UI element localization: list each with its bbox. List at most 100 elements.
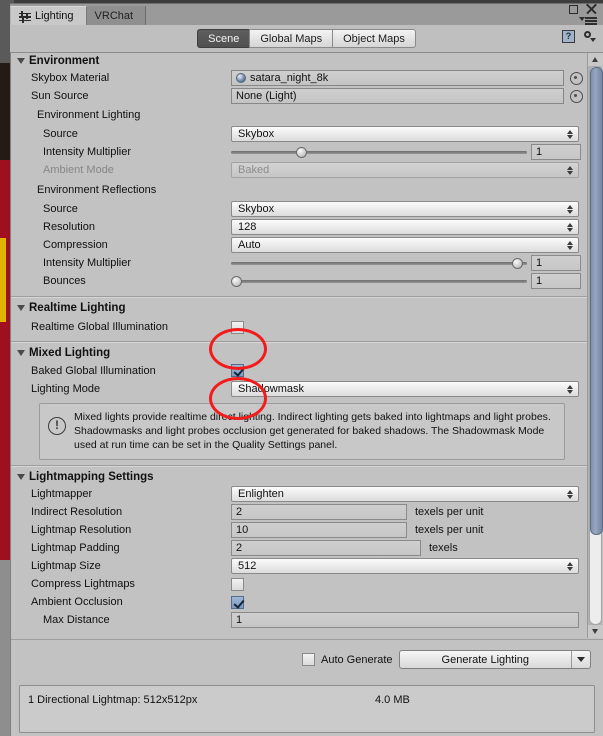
material-preview-icon: [236, 73, 246, 83]
chevron-down-icon: [17, 305, 25, 311]
row-max-distance: Max Distance 1: [11, 611, 587, 629]
updown-arrows-icon: [567, 222, 574, 233]
scroll-down-arrow-icon[interactable]: [588, 625, 603, 638]
lightmap-size-dropdown[interactable]: 512: [231, 558, 579, 574]
row-lightmap-resolution: Lightmap Resolution 10 texels per unit: [11, 521, 587, 539]
section-mixed-lighting-header[interactable]: Mixed Lighting: [11, 345, 587, 361]
generate-toolbar: Auto Generate Generate Lighting: [11, 639, 603, 679]
ambient-mode-label: Ambient Mode: [43, 164, 114, 176]
row-lightmap-size: Lightmap Size 512: [11, 557, 587, 575]
window-menu-icon[interactable]: [579, 16, 597, 25]
generate-lighting-button[interactable]: Generate Lighting: [398, 650, 591, 669]
refl-compression-value: Auto: [238, 239, 261, 251]
section-environment-header[interactable]: Environment: [11, 53, 587, 69]
max-distance-field[interactable]: 1: [231, 612, 579, 628]
section-lightmapping-title: Lightmapping Settings: [29, 471, 154, 483]
lighting-window: Lighting VRChat Scene Global Maps Object…: [0, 0, 603, 736]
lightmap-size-value: 512: [238, 560, 257, 572]
window-tabstrip: Lighting VRChat: [10, 6, 147, 25]
updown-arrows-icon: [567, 489, 574, 500]
section-lightmapping-header[interactable]: Lightmapping Settings: [11, 469, 587, 485]
row-lighting-mode: Lighting Mode Shadowmask: [11, 380, 587, 398]
skybox-material-picker-icon[interactable]: [570, 71, 583, 85]
lightmapper-dropdown[interactable]: Enlighten: [231, 486, 579, 502]
lightmap-size-label: Lightmap Size: [31, 560, 101, 572]
chevron-down-icon: [17, 58, 25, 64]
row-refl-resolution: Resolution 128: [11, 218, 587, 236]
scrollbar-track[interactable]: [589, 66, 603, 625]
lightmap-resolution-unit: texels per unit: [415, 524, 484, 536]
compress-lightmaps-label: Compress Lightmaps: [31, 578, 135, 590]
baked-gi-checkbox[interactable]: [231, 364, 244, 377]
section-realtime-lighting-header[interactable]: Realtime Lighting: [11, 300, 587, 316]
refl-intensity-value: 1: [536, 257, 543, 269]
lightmap-padding-field[interactable]: 2: [231, 540, 421, 556]
sun-source-value: None (Light): [236, 90, 297, 102]
row-ambient-mode: Ambient Mode Baked: [11, 161, 587, 179]
refl-source-dropdown[interactable]: Skybox: [231, 201, 579, 217]
lightmapper-value: Enlighten: [238, 488, 284, 500]
updown-arrows-icon: [567, 561, 574, 572]
row-refl-bounces: Bounces 1: [11, 272, 587, 290]
updown-arrows-icon: [567, 240, 574, 251]
env-lighting-source-label: Source: [43, 128, 78, 140]
refl-intensity-field[interactable]: 1: [531, 255, 581, 271]
env-lighting-source-value: Skybox: [238, 128, 275, 140]
section-mixed-lighting-title: Mixed Lighting: [29, 347, 111, 359]
env-lighting-intensity-slider[interactable]: [231, 144, 527, 160]
indirect-resolution-value: 2: [236, 506, 243, 518]
skybox-material-value: satara_night_8k: [250, 72, 329, 84]
row-compress-lightmaps: Compress Lightmaps: [11, 575, 587, 593]
tab-vrchat[interactable]: VRChat: [86, 6, 147, 25]
chevron-down-icon: [17, 350, 25, 356]
tab-object-maps[interactable]: Object Maps: [332, 29, 416, 48]
compress-lightmaps-checkbox[interactable]: [231, 577, 244, 591]
mixed-lighting-info-text: Mixed lights provide realtime direct lig…: [74, 411, 551, 451]
env-lighting-source-dropdown[interactable]: Skybox: [231, 126, 579, 142]
group-environment-reflections: Environment Reflections: [11, 179, 587, 200]
row-lightmapper: Lightmapper Enlighten: [11, 485, 587, 503]
help-icon[interactable]: ?: [562, 30, 575, 43]
row-sun-source: Sun Source None (Light): [11, 87, 587, 105]
skybox-material-field[interactable]: satara_night_8k: [231, 70, 564, 86]
lighting-mode-dropdown[interactable]: Shadowmask: [231, 381, 579, 397]
scrollbar-thumb[interactable]: [590, 67, 603, 535]
updown-arrows-icon: [567, 129, 574, 140]
ambient-occlusion-label: Ambient Occlusion: [31, 596, 123, 608]
maximize-icon[interactable]: [569, 5, 578, 14]
tab-scene[interactable]: Scene: [197, 29, 250, 48]
updown-arrows-icon: [567, 384, 574, 395]
lighting-mode-value: Shadowmask: [238, 383, 305, 395]
refl-resolution-dropdown[interactable]: 128: [231, 219, 579, 235]
scroll-up-arrow-icon[interactable]: [588, 53, 603, 66]
auto-generate-label: Auto Generate: [320, 653, 393, 666]
max-distance-value: 1: [236, 614, 243, 626]
lightmap-padding-unit: texels: [429, 542, 458, 554]
chevron-down-icon[interactable]: [572, 657, 590, 662]
ambient-occlusion-checkbox[interactable]: [231, 595, 244, 609]
tab-lighting[interactable]: Lighting: [10, 6, 87, 25]
refl-compression-dropdown[interactable]: Auto: [231, 237, 579, 253]
realtime-gi-checkbox[interactable]: [231, 320, 244, 334]
settings-scrollbar[interactable]: [587, 53, 603, 638]
refl-bounces-label: Bounces: [43, 275, 86, 287]
refl-bounces-field[interactable]: 1: [531, 273, 581, 289]
tab-global-maps[interactable]: Global Maps: [249, 29, 333, 48]
refl-intensity-slider[interactable]: [231, 255, 527, 271]
close-icon[interactable]: [586, 3, 597, 15]
sun-source-picker-icon[interactable]: [570, 89, 583, 103]
env-lighting-intensity-field[interactable]: 1: [531, 144, 581, 160]
skybox-material-label: Skybox Material: [31, 72, 110, 84]
sun-source-field[interactable]: None (Light): [231, 88, 564, 104]
max-distance-label: Max Distance: [43, 614, 110, 626]
lightmap-memory-text: 4.0 MB: [375, 694, 410, 706]
gear-icon[interactable]: [582, 30, 596, 43]
auto-generate-checkbox[interactable]: [301, 653, 315, 666]
lightmap-resolution-field[interactable]: 10: [231, 522, 407, 538]
toolbar-right-icons: ?: [562, 30, 596, 43]
lightmap-padding-value: 2: [236, 542, 243, 554]
refl-bounces-slider[interactable]: [231, 273, 527, 289]
group-environment-lighting: Environment Lighting: [11, 105, 587, 125]
indirect-resolution-field[interactable]: 2: [231, 504, 407, 520]
refl-resolution-value: 128: [238, 221, 257, 233]
